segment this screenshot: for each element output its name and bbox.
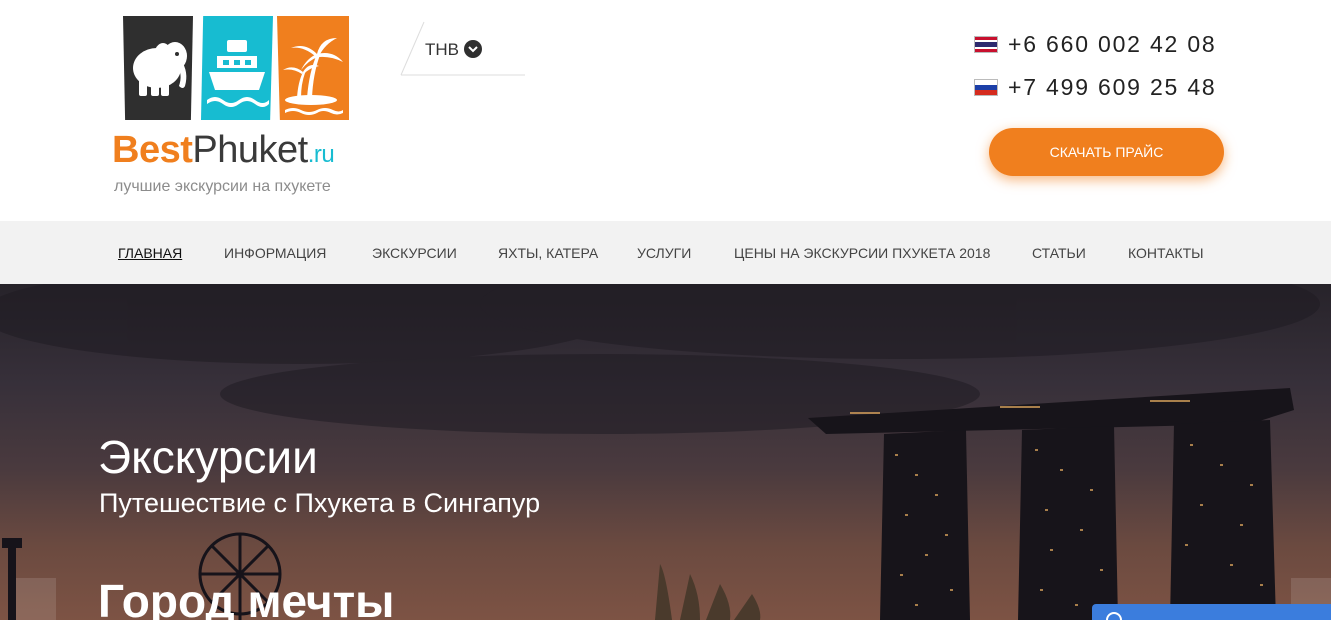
main-nav: ГЛАВНАЯ ИНФОРМАЦИЯ ЭКСКУРСИИ ЯХТЫ, КАТЕР… xyxy=(0,221,1331,284)
nav-item-articles[interactable]: СТАТЬИ xyxy=(1032,245,1086,261)
palm-island-icon xyxy=(277,16,349,120)
currency-selector[interactable]: THB xyxy=(400,20,526,76)
logo-tiles xyxy=(123,16,349,120)
nav-item-excursions[interactable]: ЭКСКУРСИИ xyxy=(372,245,457,261)
hero-subtitle: Путешествие с Пхукета в Сингапур xyxy=(99,488,541,518)
hero-heading: Город мечты xyxy=(98,575,395,620)
phone-number-thailand[interactable]: +6 660 002 42 08 xyxy=(1008,31,1217,58)
nav-item-info[interactable]: ИНФОРМАЦИЯ xyxy=(224,245,326,261)
currency-divider xyxy=(400,21,525,76)
chat-icon xyxy=(1106,612,1122,620)
logo-brand-best: Best xyxy=(112,129,193,171)
logo-brand-tld: .ru xyxy=(307,141,335,168)
nav-item-yachts[interactable]: ЯХТЫ, КАТЕРА xyxy=(498,245,598,261)
logo-brand-phuket: Phuket xyxy=(192,129,308,171)
elephant-icon xyxy=(123,16,193,120)
nav-item-services[interactable]: УСЛУГИ xyxy=(637,245,691,261)
site-header: BestPhuket.ru лучшие экскурсии на пхукет… xyxy=(0,0,1331,221)
chat-widget-button[interactable] xyxy=(1092,604,1331,620)
logo-wordmark: BestPhuket.ru xyxy=(112,128,335,177)
nav-item-contacts[interactable]: КОНТАКТЫ xyxy=(1128,245,1204,261)
nav-item-home[interactable]: ГЛАВНАЯ xyxy=(118,245,182,261)
currency-value: THB xyxy=(425,40,459,59)
chevron-down-icon[interactable] xyxy=(464,40,482,58)
phone-number-russia[interactable]: +7 499 609 25 48 xyxy=(1008,74,1217,101)
thailand-flag-icon xyxy=(974,36,998,53)
hero-slider: Экскурсии Путешествие с Пхукета в Сингап… xyxy=(0,284,1331,620)
nav-item-prices[interactable]: ЦЕНЫ НА ЭКСКУРСИИ ПХУКЕТА 2018 xyxy=(734,245,990,261)
download-price-button[interactable]: СКАЧАТЬ ПРАЙС xyxy=(989,128,1224,176)
boat-icon xyxy=(201,16,273,120)
slider-prev-button[interactable] xyxy=(16,578,56,620)
hero-title: Экскурсии xyxy=(98,431,318,483)
logo-tagline: лучшие экскурсии на пхукете xyxy=(114,178,331,195)
russia-flag-icon xyxy=(974,79,998,96)
site-logo[interactable]: BestPhuket.ru лучшие экскурсии на пхукет… xyxy=(112,16,374,202)
